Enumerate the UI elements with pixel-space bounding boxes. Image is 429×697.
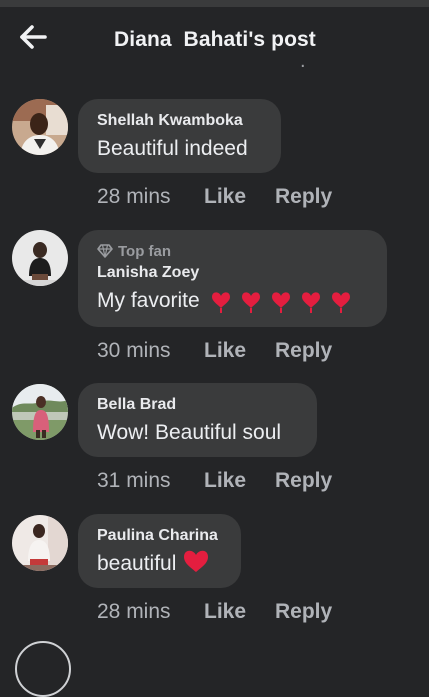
avatar[interactable] (12, 384, 68, 440)
clipped-previous-comment: . ' , (300, 62, 340, 74)
like-button[interactable]: Like (204, 185, 275, 209)
page-title: Diana Bahati's post (114, 28, 316, 51)
comment-text: beautiful (97, 549, 222, 580)
top-fan-badge: Top fan (97, 242, 368, 260)
heart-icon (211, 292, 230, 313)
heart-icon (184, 550, 209, 572)
comment-actions: 31 mins Like Reply (97, 469, 332, 493)
comment-text: My favorite (97, 288, 368, 314)
comment-timestamp[interactable]: 30 mins (97, 339, 204, 363)
reply-button[interactable]: Reply (275, 600, 332, 624)
comment-bubble[interactable]: Shellah Kwamboka Beautiful indeed (78, 99, 281, 173)
comment-bubble[interactable]: Paulina Charina beautiful (78, 514, 241, 588)
comment-text: Beautiful indeed (97, 136, 262, 162)
comment-timestamp[interactable]: 28 mins (97, 185, 204, 209)
comment-text-content: My favorite (97, 289, 200, 312)
avatar[interactable] (12, 230, 68, 286)
arrow-left-icon (20, 25, 47, 49)
post-header: Diana Bahati's post (0, 7, 429, 71)
top-fan-label: Top fan (118, 242, 172, 260)
comment-actions: 28 mins Like Reply (97, 600, 332, 624)
like-button[interactable]: Like (204, 469, 275, 493)
comment-timestamp[interactable]: 28 mins (97, 600, 204, 624)
reply-button[interactable]: Reply (275, 469, 332, 493)
comment-bubble[interactable]: Bella Brad Wow! Beautiful soul (78, 383, 317, 457)
comment-author[interactable]: Lanisha Zoey (97, 263, 368, 283)
heart-emoji (182, 549, 210, 580)
comment-actions: 30 mins Like Reply (97, 339, 332, 363)
reply-button[interactable]: Reply (275, 339, 332, 363)
comment-text-content: Beautiful indeed (97, 137, 248, 160)
comment-text-content: Wow! Beautiful soul (97, 421, 282, 444)
comment-actions: 28 mins Like Reply (97, 185, 332, 209)
like-button[interactable]: Like (204, 600, 275, 624)
comment-author[interactable]: Bella Brad (97, 395, 298, 415)
diamond-icon (97, 244, 113, 258)
like-button[interactable]: Like (204, 339, 275, 363)
comment-author[interactable]: Paulina Charina (97, 526, 222, 546)
avatar[interactable] (12, 515, 68, 571)
comment-timestamp[interactable]: 31 mins (97, 469, 204, 493)
comment-text-content: beautiful (97, 552, 177, 575)
back-button[interactable] (18, 23, 50, 51)
comment-text: Wow! Beautiful soul (97, 420, 298, 446)
reply-button[interactable]: Reply (275, 185, 332, 209)
avatar[interactable] (12, 99, 68, 155)
status-bar-strip (0, 0, 429, 7)
heart-icon (331, 292, 350, 313)
heart-icon (271, 292, 290, 313)
heart-icon (241, 292, 260, 313)
comment-bubble[interactable]: Top fan Lanisha Zoey My favorite (78, 230, 387, 327)
heart-emojis (210, 288, 352, 314)
next-comment-avatar[interactable] (15, 641, 71, 697)
comment-author[interactable]: Shellah Kwamboka (97, 111, 262, 131)
heart-icon (301, 292, 320, 313)
